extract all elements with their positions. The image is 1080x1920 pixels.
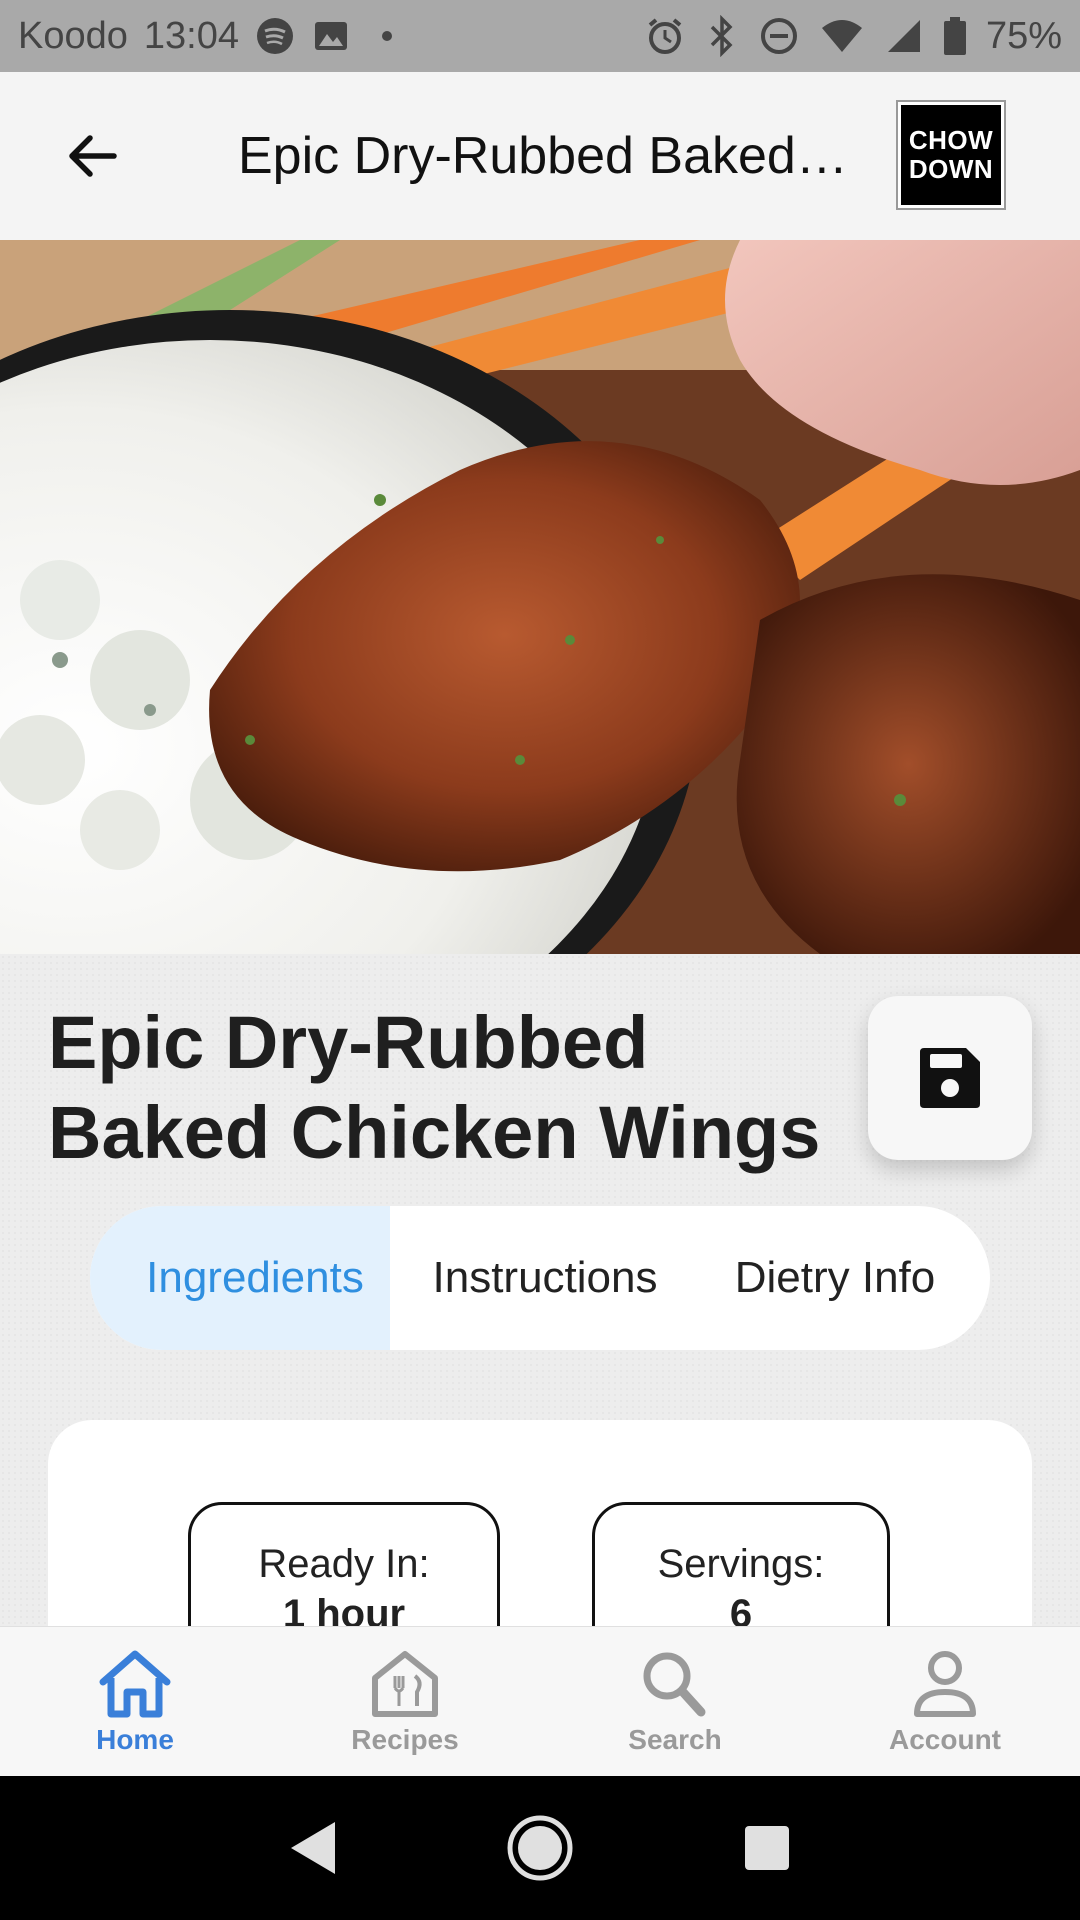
battery-percent: 75% bbox=[985, 14, 1062, 57]
logo-line-1: CHOW bbox=[908, 125, 994, 155]
tab-instructions[interactable]: Instructions bbox=[390, 1206, 700, 1350]
triangle-back-icon bbox=[291, 1822, 336, 1874]
nav-recipes[interactable]: Recipes bbox=[270, 1627, 540, 1776]
servings-label: Servings: bbox=[657, 1542, 825, 1586]
recipes-icon bbox=[372, 1650, 438, 1717]
nav-home-label: Home bbox=[96, 1723, 174, 1755]
system-navigation-bar bbox=[0, 1776, 1080, 1920]
gallery-icon bbox=[311, 16, 351, 56]
dnd-icon bbox=[758, 15, 800, 57]
arrow-back-icon bbox=[69, 135, 117, 177]
app-bar-title: Epic Dry-Rubbed Baked Chicken Wings bbox=[238, 127, 848, 185]
nav-home[interactable]: Home bbox=[0, 1627, 270, 1776]
recipe-hero-image bbox=[0, 240, 1080, 954]
chow-down-logo[interactable]: CHOW DOWN bbox=[896, 100, 1006, 210]
bottom-navigation: Home Recipes Search Account bbox=[0, 1626, 1080, 1776]
search-icon bbox=[643, 1652, 706, 1716]
signal-icon bbox=[884, 16, 924, 56]
logo-line-2: DOWN bbox=[908, 154, 994, 184]
wifi-icon bbox=[818, 16, 866, 56]
nav-search[interactable]: Search bbox=[540, 1627, 810, 1776]
system-back-button[interactable] bbox=[263, 1798, 363, 1898]
nav-account[interactable]: Account bbox=[810, 1627, 1080, 1776]
home-icon bbox=[99, 1650, 171, 1717]
save-recipe-button[interactable] bbox=[868, 996, 1032, 1160]
tab-dietry-info[interactable]: Dietry Info bbox=[700, 1206, 990, 1350]
system-recents-button[interactable] bbox=[717, 1798, 817, 1898]
back-button[interactable] bbox=[48, 112, 136, 200]
spotify-icon bbox=[255, 16, 295, 56]
alarm-icon bbox=[644, 15, 686, 57]
recipe-title: Epic Dry-Rubbed Baked Chicken Wings bbox=[48, 1001, 821, 1174]
nav-recipes-label: Recipes bbox=[351, 1723, 459, 1755]
save-icon bbox=[920, 1048, 980, 1108]
status-bar: Koodo 13:04 75% bbox=[0, 0, 1080, 72]
bluetooth-icon bbox=[704, 15, 740, 57]
square-recents-icon bbox=[744, 1826, 789, 1870]
recipe-tabs: Ingredients Instructions Dietry Info bbox=[90, 1206, 990, 1350]
tab-ingredients[interactable]: Ingredients bbox=[90, 1206, 390, 1350]
system-home-button[interactable] bbox=[490, 1798, 590, 1898]
nav-search-label: Search bbox=[628, 1723, 722, 1755]
circle-home-icon bbox=[507, 1815, 573, 1881]
battery-icon bbox=[942, 15, 968, 57]
nav-account-label: Account bbox=[889, 1723, 1001, 1755]
account-icon bbox=[914, 1650, 976, 1717]
ready-in-label: Ready In: bbox=[258, 1542, 430, 1586]
clock: 13:04 bbox=[143, 14, 239, 57]
carrier-label: Koodo bbox=[18, 14, 128, 57]
dot-icon bbox=[367, 16, 407, 56]
recipe-content: Epic Dry-Rubbed Baked Chicken Wings Ingr… bbox=[0, 954, 1080, 1680]
app-bar: Epic Dry-Rubbed Baked Chicken Wings CHOW… bbox=[0, 72, 1080, 240]
